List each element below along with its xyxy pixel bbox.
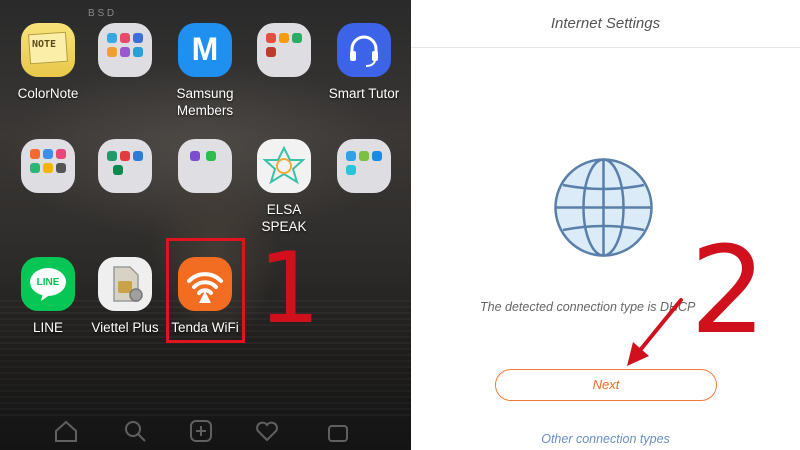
line-icon-text: LINE	[36, 277, 60, 288]
globe-icon	[554, 158, 653, 257]
next-button[interactable]: Next	[495, 369, 717, 401]
app-folder-icon	[337, 139, 391, 193]
headset-icon	[337, 23, 391, 77]
elsa-speak-icon	[257, 139, 311, 193]
page-title: Internet Settings	[411, 0, 800, 48]
pointer-arrow-icon	[627, 298, 683, 366]
colornote-icon: NOTE	[21, 23, 75, 77]
app-smart-tutor[interactable]: Smart Tutor	[314, 23, 411, 102]
app-folder-icon	[21, 139, 75, 193]
app-folder-icon	[98, 139, 152, 193]
status-text: B S D	[88, 8, 115, 19]
add-icon[interactable]	[188, 418, 214, 444]
heart-icon[interactable]	[254, 418, 280, 444]
step-number-2: 2	[690, 222, 767, 361]
samsung-members-icon: M	[178, 23, 232, 77]
app-label: Smart Tutor	[328, 86, 400, 101]
app-folder-icon	[257, 23, 311, 77]
samsung-members-letter: M	[191, 31, 219, 67]
line-icon: LINE	[21, 257, 75, 311]
app-folder-icon	[178, 139, 232, 193]
other-connection-types-link[interactable]: Other connection types	[411, 432, 800, 446]
sim-card-icon	[98, 257, 152, 311]
colornote-icon-text: NOTE	[32, 39, 57, 50]
phone-home-screen: B S D NOTE ColorNote M Samsung Members S…	[0, 0, 411, 450]
search-icon[interactable]	[122, 418, 148, 444]
app-label: ColorNote	[17, 86, 79, 101]
tenda-highlight-box	[166, 238, 245, 343]
app-folder[interactable]	[314, 139, 411, 193]
app-label: Samsung Members	[176, 86, 234, 118]
step-number-1: 1	[258, 232, 321, 346]
app-label: ELSA SPEAK	[261, 202, 307, 234]
bag-icon[interactable]	[325, 418, 351, 444]
app-folder-icon	[98, 23, 152, 77]
home-icon[interactable]	[53, 418, 79, 444]
